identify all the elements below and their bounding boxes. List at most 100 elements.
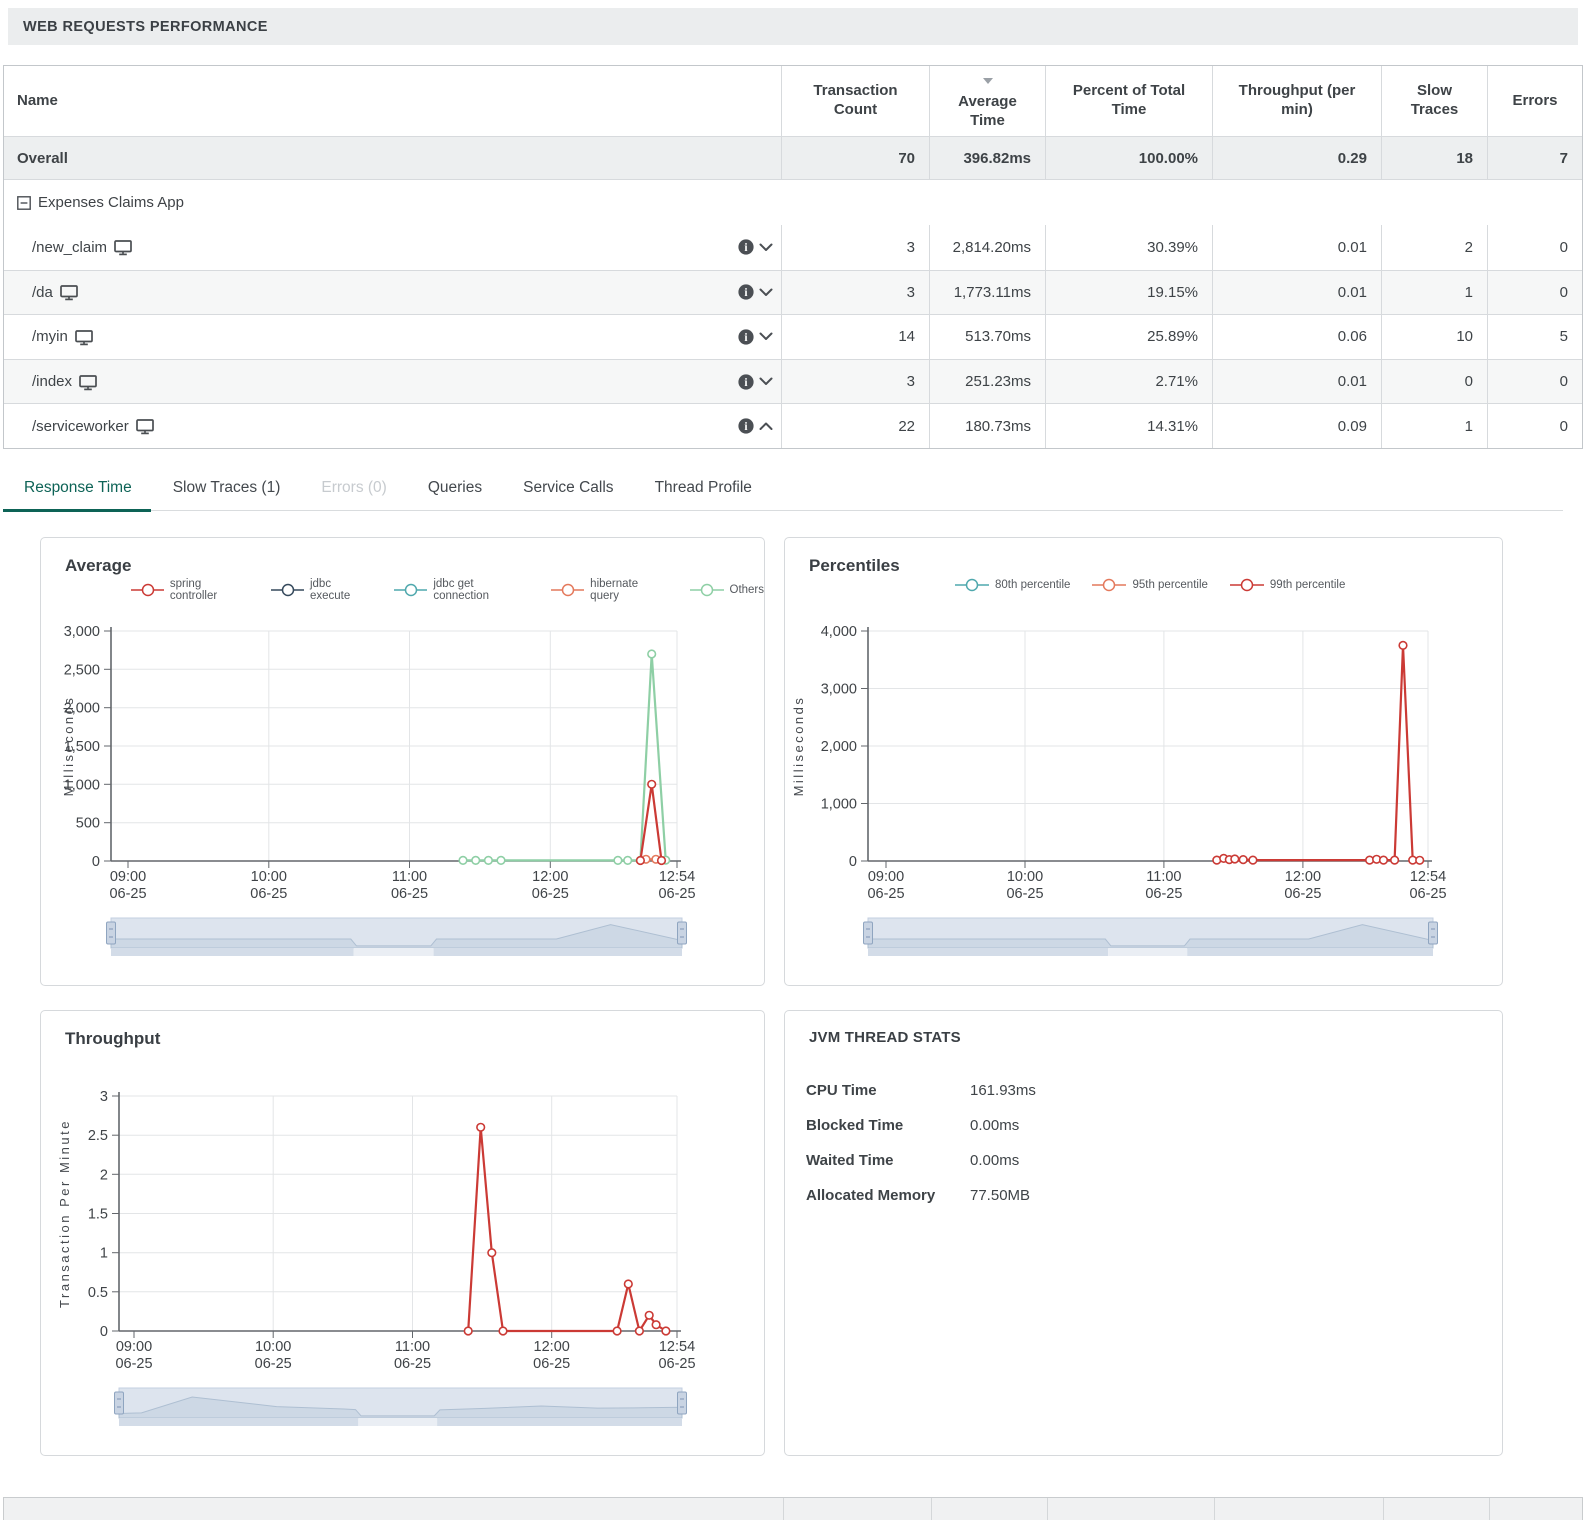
metric-value: 2 xyxy=(1381,225,1487,270)
metric-value: 1,773.11ms xyxy=(929,271,1045,315)
svg-text:06-25: 06-25 xyxy=(1145,886,1182,902)
transaction-name[interactable]: /myin xyxy=(32,328,68,345)
navigator-handle[interactable] xyxy=(678,922,687,944)
navigator-handle[interactable] xyxy=(1429,922,1438,944)
column-header-slow-traces[interactable]: Slow Traces xyxy=(1381,66,1487,136)
jvm-stat-row: Waited Time0.00ms xyxy=(806,1143,1036,1178)
tab-thread-profile[interactable]: Thread Profile xyxy=(654,479,753,510)
svg-text:Transaction Per Minute: Transaction Per Minute xyxy=(57,1119,72,1308)
time-range-navigator[interactable] xyxy=(115,1388,687,1426)
svg-text:0: 0 xyxy=(92,854,100,870)
svg-text:3: 3 xyxy=(100,1089,108,1105)
transaction-name[interactable]: /da xyxy=(32,284,53,301)
metric-value: 14 xyxy=(781,315,929,359)
metric-value: 180.73ms xyxy=(929,404,1045,448)
chevron-down-icon[interactable] xyxy=(759,243,773,252)
metric-value: 0 xyxy=(1487,225,1582,270)
metric-value: 0 xyxy=(1487,404,1582,448)
svg-text:11:00: 11:00 xyxy=(395,1339,430,1355)
throughput-panel: Throughput 00.511.522.5309:0006-2510:000… xyxy=(40,1010,765,1456)
throughput-chart: 00.511.522.5309:0006-2510:0006-2511:0006… xyxy=(41,1011,764,1455)
svg-text:1.5: 1.5 xyxy=(88,1207,108,1223)
svg-text:4,000: 4,000 xyxy=(821,624,857,640)
svg-text:09:00: 09:00 xyxy=(110,869,146,885)
jvm-stat-label: CPU Time xyxy=(806,1082,970,1099)
svg-text:06-25: 06-25 xyxy=(532,886,569,902)
svg-text:06-25: 06-25 xyxy=(115,1356,152,1372)
overall-metric: 7 xyxy=(1487,137,1582,179)
svg-text:12:54: 12:54 xyxy=(1410,869,1446,885)
table-row[interactable]: /new_claimi32,814.20ms30.39%0.0120 xyxy=(4,225,1582,270)
info-icon[interactable]: i xyxy=(738,418,754,434)
browser-monitor-icon xyxy=(75,330,93,346)
navigator-handle[interactable] xyxy=(107,922,116,944)
svg-text:06-25: 06-25 xyxy=(658,886,695,902)
svg-text:12:00: 12:00 xyxy=(1285,869,1321,885)
info-icon[interactable]: i xyxy=(738,374,754,390)
table-row[interactable]: /indexi3251.23ms2.71%0.0100 xyxy=(4,359,1582,404)
overall-metric: 100.00% xyxy=(1045,137,1212,179)
jvm-stat-value: 0.00ms xyxy=(970,1117,1019,1134)
group-row[interactable]: Expenses Claims App xyxy=(4,179,1582,225)
average-response-time-panel: Average spring controllerjdbc executejdb… xyxy=(40,537,765,986)
svg-text:12:54: 12:54 xyxy=(659,1339,695,1355)
metric-value: 0.09 xyxy=(1212,404,1381,448)
transaction-name[interactable]: /serviceworker xyxy=(32,418,129,435)
jvm-stats-list: CPU Time161.93msBlocked Time0.00msWaited… xyxy=(806,1073,1036,1213)
overall-metric: 0.29 xyxy=(1212,137,1381,179)
column-header-percent-of-total-time[interactable]: Percent of Total Time xyxy=(1045,66,1212,136)
navigator-handle[interactable] xyxy=(864,922,873,944)
svg-text:06-25: 06-25 xyxy=(658,1356,695,1372)
transaction-name[interactable]: /new_claim xyxy=(32,239,107,256)
chevron-down-icon[interactable] xyxy=(759,288,773,297)
metric-value: 2,814.20ms xyxy=(929,225,1045,270)
overall-label: Overall xyxy=(17,150,68,167)
column-header-transaction-count[interactable]: Transaction Count xyxy=(781,66,929,136)
table-body: /new_claimi32,814.20ms30.39%0.0120/dai31… xyxy=(4,225,1582,448)
tab-service-calls[interactable]: Service Calls xyxy=(522,479,614,510)
info-icon[interactable]: i xyxy=(738,239,754,255)
column-header-average-time[interactable]: Average Time xyxy=(929,66,1045,136)
metric-value: 251.23ms xyxy=(929,360,1045,404)
svg-text:11:00: 11:00 xyxy=(1146,869,1181,885)
table-row[interactable]: /serviceworkeri22180.73ms14.31%0.0910 xyxy=(4,403,1582,448)
svg-text:10:00: 10:00 xyxy=(255,1339,291,1355)
jvm-stat-label: Allocated Memory xyxy=(806,1187,970,1204)
svg-text:10:00: 10:00 xyxy=(251,869,287,885)
metric-value: 10 xyxy=(1381,315,1487,359)
chevron-down-icon[interactable] xyxy=(759,332,773,341)
info-icon[interactable]: i xyxy=(738,329,754,345)
navigator-handle[interactable] xyxy=(115,1392,124,1414)
navigator-handle[interactable] xyxy=(678,1392,687,1414)
time-range-navigator[interactable] xyxy=(107,918,687,956)
svg-text:10:00: 10:00 xyxy=(1007,869,1043,885)
metric-value: 25.89% xyxy=(1045,315,1212,359)
metric-value: 3 xyxy=(781,360,929,404)
column-header-name[interactable]: Name xyxy=(4,66,781,136)
column-header-errors[interactable]: Errors xyxy=(1487,66,1582,136)
chevron-up-icon[interactable] xyxy=(759,422,773,431)
table-row[interactable]: /myini14513.70ms25.89%0.06105 xyxy=(4,314,1582,359)
svg-text:1,000: 1,000 xyxy=(821,797,857,813)
info-icon[interactable]: i xyxy=(738,284,754,300)
time-range-navigator[interactable] xyxy=(864,918,1438,956)
tab-response-time[interactable]: Response Time xyxy=(23,479,133,510)
chevron-down-icon[interactable] xyxy=(759,377,773,386)
svg-text:0: 0 xyxy=(849,854,857,870)
tab-slow-traces-1[interactable]: Slow Traces (1) xyxy=(172,479,282,510)
svg-text:06-25: 06-25 xyxy=(1006,886,1043,902)
table-row[interactable]: /dai31,773.11ms19.15%0.0110 xyxy=(4,270,1582,315)
metric-value: 0.06 xyxy=(1212,315,1381,359)
tab-queries[interactable]: Queries xyxy=(427,479,483,510)
group-name: Expenses Claims App xyxy=(38,194,184,211)
metric-value: 0 xyxy=(1487,271,1582,315)
jvm-stat-value: 0.00ms xyxy=(970,1152,1019,1169)
metric-value: 3 xyxy=(781,271,929,315)
jvm-stat-row: Blocked Time0.00ms xyxy=(806,1108,1036,1143)
svg-text:1: 1 xyxy=(100,1246,108,1262)
metric-value: 1 xyxy=(1381,271,1487,315)
svg-text:06-25: 06-25 xyxy=(867,886,904,902)
collapse-group-icon[interactable] xyxy=(17,196,31,210)
transaction-name[interactable]: /index xyxy=(32,373,72,390)
column-header-throughput-per-min[interactable]: Throughput (per min) xyxy=(1212,66,1381,136)
